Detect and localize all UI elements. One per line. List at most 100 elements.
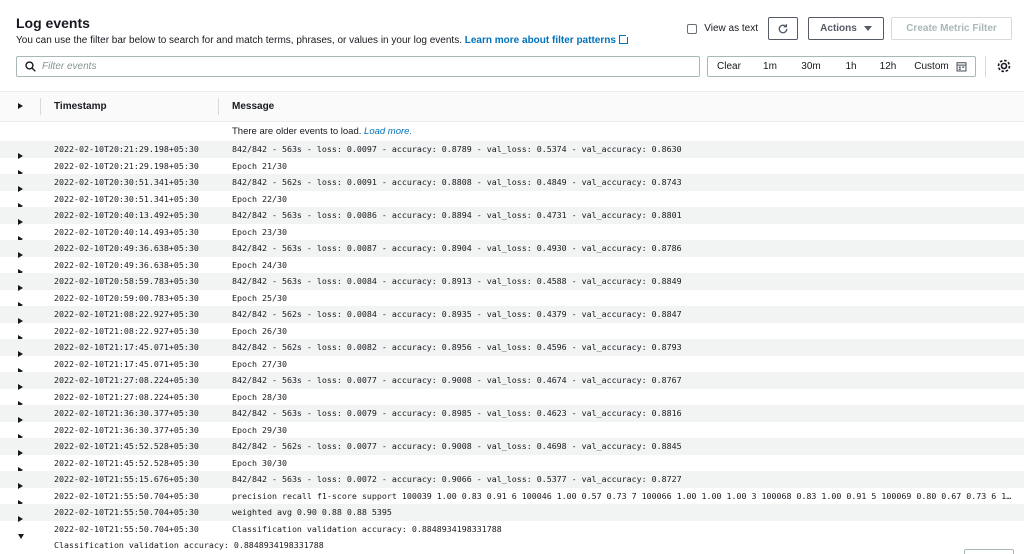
load-more-link[interactable]: Load more. — [364, 126, 412, 137]
table-row[interactable]: 2022-02-10T20:49:36.638+05:30 Epoch 24/30 — [0, 257, 1024, 275]
message-cell: weighted avg 0.90 0.88 0.88 5395 — [232, 507, 392, 517]
table-row[interactable]: 2022-02-10T20:58:59.783+05:30 842/842 - 5… — [0, 273, 1024, 291]
header-separator — [218, 98, 219, 115]
timestamp-cell: 2022-02-10T21:17:45.071+05:30 — [54, 358, 199, 369]
message-cell: 842/842 - 563s - loss: 0.0084 - accuracy… — [232, 276, 682, 286]
range-custom[interactable]: Custom — [906, 57, 975, 76]
caret-down-icon — [863, 26, 872, 31]
filter-row: Clear 1m 30m 1h 12h Custom — [16, 56, 1012, 77]
filter-divider — [985, 56, 986, 77]
message-cell: 842/842 - 562s - loss: 0.0082 - accuracy… — [232, 342, 682, 352]
header-separator — [40, 98, 41, 115]
table-row[interactable]: 2022-02-10T21:08:22.927+05:30 Epoch 26/30 — [0, 323, 1024, 341]
timestamp-cell: 2022-02-10T21:45:52.528+05:30 — [54, 441, 199, 451]
timestamp-cell: 2022-02-10T20:58:59.783+05:30 — [54, 276, 199, 286]
log-events-header: Log events You can use the filter bar be… — [16, 14, 630, 48]
expanded-event-detail: Classification validation accuracy: 0.88… — [0, 537, 1024, 554]
column-header-timestamp[interactable]: Timestamp — [54, 92, 107, 121]
caret-right-icon — [18, 103, 23, 109]
timestamp-cell: 2022-02-10T20:49:36.638+05:30 — [54, 259, 199, 270]
table-row[interactable]: 2022-02-10T20:30:51.341+05:30 Epoch 22/30 — [0, 191, 1024, 209]
timestamp-cell: 2022-02-10T21:36:30.377+05:30 — [54, 424, 199, 435]
message-cell: Epoch 21/30 — [232, 160, 287, 171]
message-cell: 842/842 - 563s - loss: 0.0087 - accuracy… — [232, 243, 682, 253]
message-cell: 842/842 - 563s - loss: 0.0072 - accuracy… — [232, 474, 682, 484]
table-row[interactable]: 2022-02-10T21:17:45.071+05:30 Epoch 27/30 — [0, 356, 1024, 374]
timestamp-cell: 2022-02-10T20:40:14.493+05:30 — [54, 226, 199, 237]
range-clear[interactable]: Clear — [708, 57, 750, 76]
message-cell: 842/842 - 562s - loss: 0.0091 - accuracy… — [232, 177, 682, 187]
filter-events-input[interactable] — [42, 61, 642, 72]
message-cell: 842/842 - 563s - loss: 0.0086 - accuracy… — [232, 210, 682, 220]
message-cell: Epoch 24/30 — [232, 259, 287, 270]
message-cell: Classification validation accuracy: 0.88… — [232, 523, 502, 534]
column-header-message[interactable]: Message — [232, 92, 274, 121]
range-custom-label: Custom — [914, 61, 949, 72]
scroll-control[interactable] — [964, 549, 1014, 554]
message-cell: Epoch 27/30 — [232, 358, 287, 369]
older-events-row: There are older events to load. Load mor… — [0, 122, 1024, 141]
create-metric-filter-button[interactable]: Create Metric Filter — [891, 17, 1012, 40]
table-row[interactable]: 2022-02-10T21:45:52.528+05:30 Epoch 30/30 — [0, 455, 1024, 473]
table-row[interactable]: 2022-02-10T20:21:29.198+05:30 842/842 - 5… — [0, 141, 1024, 159]
table-row[interactable]: 2022-02-10T21:55:50.704+05:30 Classificat… — [0, 521, 1024, 539]
timestamp-cell: 2022-02-10T21:55:50.704+05:30 — [54, 523, 199, 534]
page-subtitle: You can use the filter bar below to sear… — [16, 33, 630, 48]
table-row[interactable]: 2022-02-10T21:45:52.528+05:30 842/842 - 5… — [0, 438, 1024, 456]
table-row[interactable]: 2022-02-10T21:17:45.071+05:30 842/842 - 5… — [0, 339, 1024, 357]
message-cell: precision recall f1-score support 100039… — [232, 490, 1012, 501]
table-row[interactable]: 2022-02-10T21:55:15.676+05:30 842/842 - 5… — [0, 471, 1024, 489]
table-row[interactable]: 2022-02-10T21:36:30.377+05:30 Epoch 29/30 — [0, 422, 1024, 440]
timestamp-cell: 2022-02-10T21:55:50.704+05:30 — [54, 507, 199, 517]
gear-icon[interactable] — [996, 58, 1012, 74]
table-row[interactable]: 2022-02-10T21:36:30.377+05:30 842/842 - 5… — [0, 405, 1024, 423]
table-row[interactable]: 2022-02-10T20:49:36.638+05:30 842/842 - 5… — [0, 240, 1024, 258]
table-row[interactable]: 2022-02-10T21:08:22.927+05:30 842/842 - 5… — [0, 306, 1024, 324]
actions-button[interactable]: Actions — [808, 17, 884, 40]
range-1h[interactable]: 1h — [832, 57, 870, 76]
timestamp-cell: 2022-02-10T21:17:45.071+05:30 — [54, 342, 199, 352]
table-header: Timestamp Message — [0, 91, 1024, 122]
message-cell: Epoch 30/30 — [232, 457, 287, 468]
view-as-text-checkbox[interactable] — [687, 23, 698, 34]
search-icon — [25, 61, 36, 72]
message-cell: Epoch 29/30 — [232, 424, 287, 435]
table-body: 2022-02-10T20:21:29.198+05:30 842/842 - 5… — [0, 141, 1024, 539]
table-row[interactable]: 2022-02-10T21:27:08.224+05:30 842/842 - 5… — [0, 372, 1024, 390]
refresh-button[interactable] — [768, 17, 798, 40]
table-row[interactable]: 2022-02-10T20:30:51.341+05:30 842/842 - 5… — [0, 174, 1024, 192]
range-12h[interactable]: 12h — [870, 57, 906, 76]
message-cell: 842/842 - 562s - loss: 0.0077 - accuracy… — [232, 441, 682, 451]
table-row[interactable]: 2022-02-10T21:55:50.704+05:30 weighted av… — [0, 504, 1024, 522]
subtitle-text: You can use the filter bar below to sear… — [16, 35, 462, 46]
message-cell: Epoch 26/30 — [232, 325, 287, 336]
table-row[interactable]: 2022-02-10T20:40:13.492+05:30 842/842 - 5… — [0, 207, 1024, 225]
timestamp-cell: 2022-02-10T20:30:51.341+05:30 — [54, 177, 199, 187]
external-link-icon — [618, 33, 630, 44]
filter-search-box — [16, 56, 700, 77]
table-row[interactable]: 2022-02-10T21:27:08.224+05:30 Epoch 28/30 — [0, 389, 1024, 407]
message-cell: 842/842 - 563s - loss: 0.0079 - accuracy… — [232, 408, 682, 418]
message-cell: Epoch 23/30 — [232, 226, 287, 237]
timestamp-cell: 2022-02-10T20:30:51.341+05:30 — [54, 193, 199, 204]
calendar-icon — [956, 62, 967, 72]
timestamp-cell: 2022-02-10T20:59:00.783+05:30 — [54, 292, 199, 303]
table-row[interactable]: 2022-02-10T20:40:14.493+05:30 Epoch 23/30 — [0, 224, 1024, 242]
table-row[interactable]: 2022-02-10T21:55:50.704+05:30 precision r… — [0, 488, 1024, 506]
range-1m[interactable]: 1m — [750, 57, 790, 76]
table-row[interactable]: 2022-02-10T20:21:29.198+05:30 Epoch 21/30 — [0, 158, 1024, 176]
timestamp-cell: 2022-02-10T21:27:08.224+05:30 — [54, 391, 199, 402]
timestamp-cell: 2022-02-10T20:49:36.638+05:30 — [54, 243, 199, 253]
refresh-icon — [778, 23, 788, 33]
expand-all-toggle[interactable] — [18, 92, 23, 121]
timestamp-cell: 2022-02-10T20:21:29.198+05:30 — [54, 160, 199, 171]
timestamp-cell: 2022-02-10T20:40:13.492+05:30 — [54, 210, 199, 220]
timestamp-cell: 2022-02-10T21:08:22.927+05:30 — [54, 325, 199, 336]
range-30m[interactable]: 30m — [790, 57, 832, 76]
learn-more-link[interactable]: Learn more about filter patterns — [465, 35, 616, 46]
timestamp-cell: 2022-02-10T21:55:15.676+05:30 — [54, 474, 199, 484]
table-row[interactable]: 2022-02-10T20:59:00.783+05:30 Epoch 25/30 — [0, 290, 1024, 308]
top-actions: View as text Actions Create Metric Filte… — [687, 17, 1012, 40]
message-cell: 842/842 - 563s - loss: 0.0077 - accuracy… — [232, 375, 682, 385]
message-cell: Epoch 28/30 — [232, 391, 287, 402]
